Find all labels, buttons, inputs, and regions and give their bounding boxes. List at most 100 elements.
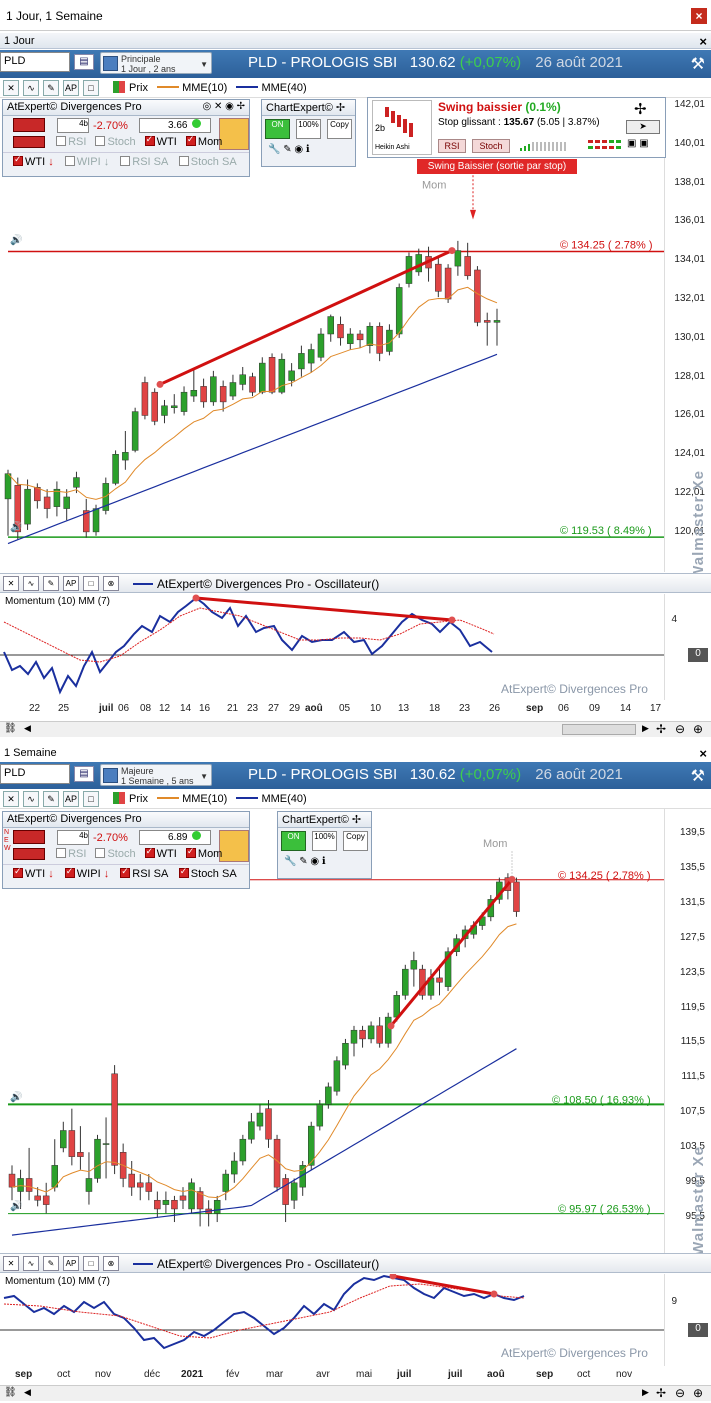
zoom-in-icon[interactable]: ⊕ xyxy=(693,722,703,736)
book-icon[interactable]: ▤ xyxy=(74,54,94,70)
swing-arrow-button[interactable]: ➤ xyxy=(626,120,660,134)
osc-wave-icon[interactable]: ∿ xyxy=(23,1256,39,1271)
swing-stoch-button[interactable]: Stoch xyxy=(472,139,510,153)
link-icon[interactable]: ⛓ xyxy=(4,723,17,734)
osc-cross-icon[interactable]: ✕ xyxy=(3,576,19,591)
tools-icon[interactable]: ⚒ xyxy=(691,766,705,786)
top-symbol-input[interactable]: PLD xyxy=(0,52,70,72)
tools-icon[interactable]: ⚒ xyxy=(691,54,705,74)
chartexpert-on-button[interactable]: ON xyxy=(281,831,306,851)
chartexpert-tools[interactable]: 🔧 ✎ ◉ ℹ xyxy=(278,854,371,874)
stochsa-checkbox[interactable] xyxy=(178,866,189,878)
scroll-right-icon[interactable]: ▶ xyxy=(642,1387,649,1398)
stoch-checkbox[interactable] xyxy=(95,848,106,858)
scroll-thumb[interactable] xyxy=(562,724,636,735)
tool-window-icon[interactable]: □ xyxy=(83,791,99,807)
tool-ap-icon[interactable]: AP xyxy=(63,80,79,96)
stoch-label: Stoch xyxy=(107,848,136,860)
osc-close-icon[interactable]: ⊗ xyxy=(103,576,119,591)
scroll-right-icon[interactable]: ▶ xyxy=(642,723,649,734)
tool-brush-icon[interactable]: ✎ xyxy=(43,80,59,96)
x-tick-label: 13 xyxy=(398,703,410,714)
bottom-symbol-input[interactable]: PLD xyxy=(0,764,70,784)
zoom-out-icon[interactable]: ⊖ xyxy=(675,1386,685,1400)
tool-cross-icon[interactable]: ✕ xyxy=(3,80,19,96)
tool-ap-icon[interactable]: AP xyxy=(63,791,79,807)
top-oscillator-chart[interactable]: Momentum (10) MM (7) AtExpert© Divergenc… xyxy=(0,594,664,700)
bottom-oscillator-chart[interactable]: Momentum (10) MM (7) AtExpert© Divergenc… xyxy=(0,1274,664,1366)
chartexpert-tools[interactable]: 🔧 ✎ ◉ ℹ xyxy=(262,142,355,162)
rsisa-checkbox[interactable] xyxy=(120,156,131,166)
wipi-checkbox[interactable] xyxy=(64,866,75,878)
chevron-down-icon: ▼ xyxy=(200,60,208,69)
window-close-button[interactable]: × xyxy=(691,8,707,24)
momentum-line xyxy=(3,596,493,695)
x-tick-label: oct xyxy=(577,1369,591,1380)
chartexpert-zoom-button[interactable]: 100% xyxy=(296,119,321,139)
rsi-checkbox[interactable] xyxy=(56,136,67,146)
mom-checkbox[interactable] xyxy=(185,134,196,146)
x-tick-label: nov xyxy=(616,1369,633,1380)
bottom-pane-close-icon[interactable]: × xyxy=(699,746,707,761)
swing-rsi-button[interactable]: RSI xyxy=(438,139,466,153)
top-pane-close-icon[interactable]: × xyxy=(699,34,707,49)
stochsa-checkbox[interactable] xyxy=(178,156,189,166)
candle-body xyxy=(128,1173,135,1188)
osc-window-icon[interactable]: □ xyxy=(83,1256,99,1271)
wti-checkbox[interactable] xyxy=(144,846,155,858)
tool-wave-icon[interactable]: ∿ xyxy=(23,791,39,807)
tool-window-icon[interactable]: □ xyxy=(83,80,99,96)
top-scope-dropdown[interactable]: Principale 1 Jour , 2 ans ▼ xyxy=(100,52,212,74)
osc-window-icon[interactable]: □ xyxy=(83,576,99,591)
zoom-out-icon[interactable]: ⊖ xyxy=(675,722,685,736)
osc-ap-icon[interactable]: AP xyxy=(63,576,79,591)
move-icon[interactable]: ✢ xyxy=(634,100,647,118)
scroll-left-icon[interactable]: ◀ xyxy=(24,723,31,734)
bottom-scrollbar[interactable]: ⛓ ◀ ▶ ✢ ⊖ ⊕ xyxy=(0,1385,711,1401)
divergence-signal-icon[interactable] xyxy=(13,118,45,132)
chevron-down-icon: ▼ xyxy=(200,772,208,781)
mom-checkbox[interactable] xyxy=(185,846,196,858)
chartexpert-copy-button[interactable]: Copy xyxy=(343,831,368,851)
divergence-signal-icon[interactable] xyxy=(13,830,45,844)
candle-body xyxy=(122,452,129,461)
chartexpert-on-button[interactable]: ON xyxy=(265,119,290,139)
legend-mme40: MME(40) xyxy=(261,82,307,94)
wti2-checkbox[interactable] xyxy=(13,866,23,878)
candle-body xyxy=(60,1130,67,1149)
rsi-checkbox[interactable] xyxy=(56,848,67,858)
x-tick-label: mar xyxy=(266,1369,284,1380)
osc-cross-icon[interactable]: ✕ xyxy=(3,1256,19,1271)
osc-brush-icon[interactable]: ✎ xyxy=(43,576,59,591)
top-scrollbar[interactable]: ⛓ ◀ ▶ ✢ ⊖ ⊕ xyxy=(0,721,711,737)
wipi-checkbox[interactable] xyxy=(64,156,75,166)
scroll-left-icon[interactable]: ◀ xyxy=(24,1387,31,1398)
candle-body xyxy=(444,267,452,300)
wti2-checkbox[interactable] xyxy=(13,154,23,166)
trend-icon: 4b xyxy=(57,118,89,133)
osc-brush-icon[interactable]: ✎ xyxy=(43,1256,59,1271)
osc-close-icon[interactable]: ⊗ xyxy=(103,1256,119,1271)
tool-cross-icon[interactable]: ✕ xyxy=(3,791,19,807)
tool-wave-icon[interactable]: ∿ xyxy=(23,80,39,96)
wti-checkbox[interactable] xyxy=(144,134,155,146)
osc-wave-icon[interactable]: ∿ xyxy=(23,576,39,591)
stoch-checkbox[interactable] xyxy=(95,136,106,146)
candle-body xyxy=(239,1138,247,1162)
crosshair-icon[interactable]: ✢ xyxy=(656,1386,666,1400)
x-tick-label: 26 xyxy=(489,703,501,714)
top-osc-title: AtExpert© Divergences Pro - Oscillateur(… xyxy=(157,577,380,591)
chartexpert-copy-button[interactable]: Copy xyxy=(327,119,352,139)
zoom-in-icon[interactable]: ⊕ xyxy=(693,1386,703,1400)
osc-ap-icon[interactable]: AP xyxy=(63,1256,79,1271)
chartexpert-zoom-button[interactable]: 100% xyxy=(312,831,337,851)
link-icon[interactable]: ⛓ xyxy=(4,1387,17,1398)
crosshair-icon[interactable]: ✢ xyxy=(656,722,666,736)
y-tick-label: 127,5 xyxy=(679,931,705,943)
rsisa-checkbox[interactable] xyxy=(120,866,131,878)
bottom-scope-dropdown[interactable]: Majeure 1 Semaine , 5 ans ▼ xyxy=(100,764,212,786)
candle-body xyxy=(333,1060,341,1092)
tool-brush-icon[interactable]: ✎ xyxy=(43,791,59,807)
swing-mini-icons[interactable]: ▣ ▣ xyxy=(627,138,663,154)
book-icon[interactable]: ▤ xyxy=(74,766,94,782)
